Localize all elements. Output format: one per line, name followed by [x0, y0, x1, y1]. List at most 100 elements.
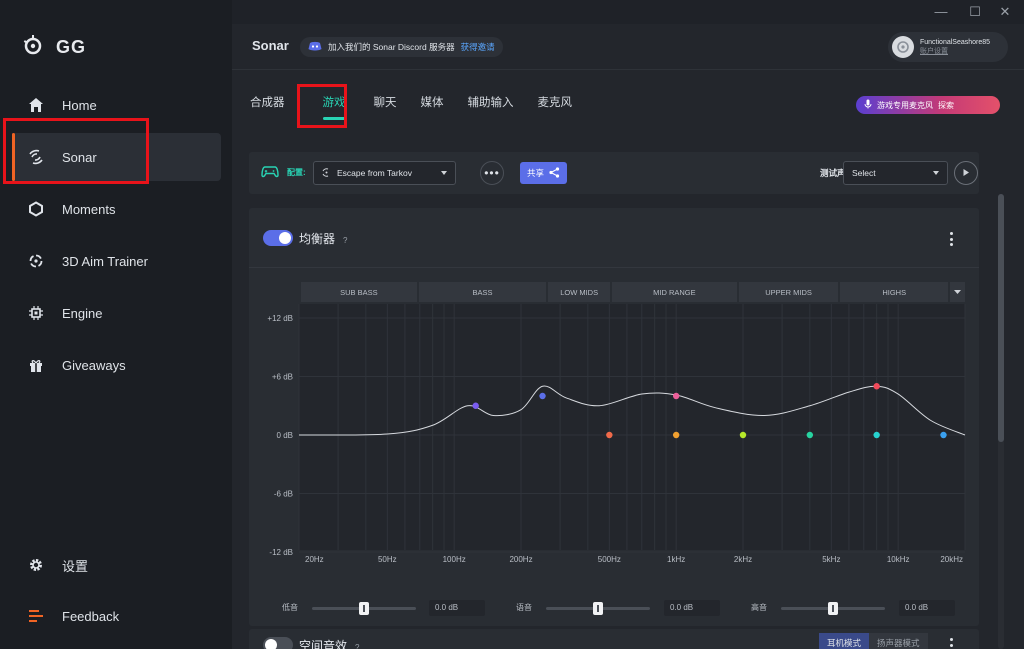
eq-band-point[interactable] — [873, 383, 880, 390]
help-icon[interactable]: ? — [343, 236, 347, 245]
band-expand-button[interactable] — [950, 282, 965, 302]
preset-dropdown[interactable]: Escape from Tarkov — [313, 161, 456, 185]
band-low-mids[interactable]: LOW MIDS — [548, 282, 611, 302]
band-header: SUB BASS BASS LOW MIDS MID RANGE UPPER M… — [301, 282, 965, 302]
highlight-box-game-tab — [297, 84, 347, 128]
hexagon-icon — [26, 199, 46, 219]
sidebar-item-label: Moments — [62, 201, 116, 217]
eq-band-point[interactable] — [539, 392, 546, 400]
bass-value[interactable]: 0.0 dB — [429, 600, 485, 616]
eq-band-point[interactable] — [606, 431, 613, 439]
voice-slider-thumb[interactable] — [593, 602, 603, 615]
x-tick-label: 200Hz — [509, 555, 532, 564]
config-label: 配置: — [287, 168, 306, 177]
x-tick-label: 5kHz — [822, 555, 840, 564]
voice-value[interactable]: 0.0 dB — [664, 600, 720, 616]
eq-band-point[interactable] — [472, 402, 479, 409]
test-sound-dropdown[interactable]: Select — [843, 161, 948, 185]
share-button[interactable]: 共享 — [520, 162, 567, 184]
eq-band-point[interactable] — [940, 431, 947, 439]
more-options-button[interactable]: ••• — [480, 161, 504, 185]
sidebar-item-moments[interactable]: Moments — [12, 185, 221, 233]
chevron-down-icon — [441, 171, 447, 175]
tab-mic[interactable]: 麦克风 — [526, 94, 585, 116]
x-tick-label: 20kHz — [940, 555, 963, 564]
maximize-icon[interactable]: ☐ — [960, 2, 990, 22]
discord-banner[interactable]: 加入我们的 Sonar Discord 服务器 获得邀请 — [300, 37, 503, 57]
bass-slider-label: 低音 — [282, 603, 298, 612]
gamepad-icon — [261, 165, 279, 184]
treble-slider-thumb[interactable] — [828, 602, 838, 615]
mic-icon — [864, 99, 872, 111]
user-name: FunctionalSeashore85 — [920, 39, 991, 46]
tab-aux[interactable]: 辅助输入 — [456, 94, 526, 116]
sidebar-item-label: Feedback — [62, 608, 120, 624]
voice-slider-label: 语音 — [516, 603, 532, 612]
band-highs[interactable]: HIGHS — [840, 282, 949, 302]
mixer-sliders: 低音 0.0 dB 语音 0.0 dB 高音 0.0 dB — [249, 600, 979, 620]
tab-media[interactable]: 媒体 — [409, 94, 456, 116]
equalizer-menu-icon[interactable] — [949, 232, 953, 246]
share-label: 共享 — [526, 168, 544, 178]
y-tick-label: +6 dB — [272, 373, 293, 382]
band-mid-range[interactable]: MID RANGE — [612, 282, 737, 302]
promo-banner[interactable]: 游戏专用麦克风 探索 — [856, 96, 1000, 114]
band-upper-mids[interactable]: UPPER MIDS — [738, 282, 839, 302]
sidebar-item-label: Engine — [62, 305, 103, 321]
treble-value[interactable]: 0.0 dB — [899, 600, 955, 616]
promo-link[interactable]: 探索 — [938, 100, 954, 111]
sidebar-item-giveaways[interactable]: Giveaways — [12, 341, 221, 389]
discord-invite-link[interactable]: 获得邀请 — [461, 41, 495, 53]
user-account[interactable]: FunctionalSeashore85 账户设置 — [888, 32, 1008, 62]
x-tick-label: 20Hz — [305, 555, 324, 564]
sidebar-item-settings[interactable]: 设置 — [12, 541, 221, 589]
speaker-mode-button[interactable]: 扬声器模式 — [869, 633, 928, 649]
bass-slider[interactable] — [312, 602, 416, 615]
x-tick-label: 500Hz — [598, 555, 621, 564]
band-sub-bass[interactable]: SUB BASS — [301, 282, 417, 302]
eq-band-point[interactable] — [739, 431, 747, 439]
bass-slider-thumb[interactable] — [359, 602, 369, 615]
sidebar-item-feedback[interactable]: Feedback — [12, 592, 221, 640]
sidebar-item-label: Giveaways — [62, 357, 126, 373]
sidebar-item-aim-trainer[interactable]: 3D Aim Trainer — [12, 237, 221, 285]
spatial-audio-toggle[interactable] — [263, 637, 293, 649]
gear-icon — [26, 555, 46, 575]
equalizer-toggle[interactable] — [263, 230, 293, 246]
voice-slider[interactable] — [546, 602, 650, 615]
spatial-menu-icon[interactable] — [949, 638, 953, 649]
tab-mixer[interactable]: 合成器 — [250, 94, 297, 116]
eq-band-point[interactable] — [873, 431, 880, 439]
x-tick-label: 1kHz — [667, 555, 685, 564]
treble-slider[interactable] — [781, 602, 885, 615]
treble-slider-label: 高音 — [751, 603, 767, 612]
promo-text: 游戏专用麦克风 — [877, 100, 933, 110]
minimize-icon[interactable]: — — [926, 2, 956, 22]
equalizer-header: 均衡器? — [249, 208, 979, 268]
x-tick-label: 50Hz — [378, 555, 397, 564]
output-mode-toggle: 耳机模式 扬声器模式 — [819, 633, 928, 649]
scrollbar-thumb[interactable] — [998, 194, 1004, 442]
sidebar-item-engine[interactable]: Engine — [12, 289, 221, 337]
tab-chat[interactable]: 聊天 — [362, 94, 409, 116]
eq-band-point[interactable] — [672, 392, 680, 400]
headphone-mode-button[interactable]: 耳机模式 — [819, 633, 870, 649]
spatial-audio-title-text: 空间音效 — [299, 639, 348, 649]
close-icon[interactable]: ✕ — [990, 2, 1020, 22]
sidebar-item-label: Home — [62, 97, 97, 113]
preset-value: Escape from Tarkov — [337, 168, 412, 178]
x-tick-label: 100Hz — [443, 555, 466, 564]
eq-band-point[interactable] — [806, 431, 814, 439]
equalizer-graph[interactable]: +12 dB +6 dB 0 dB -6 dB -12 dB 20Hz 50Hz 100Hz 2… — [249, 304, 979, 590]
main-content: Sonar 加入我们的 Sonar Discord 服务器 获得邀请 Funct… — [232, 24, 1024, 649]
brand-logo[interactable]: GG — [22, 34, 86, 60]
band-bass[interactable]: BASS — [418, 282, 547, 302]
y-tick-label: 0 dB — [277, 431, 293, 440]
eq-band-point[interactable] — [672, 431, 680, 439]
page-header: Sonar 加入我们的 Sonar Discord 服务器 获得邀请 Funct… — [232, 24, 1024, 70]
account-settings-link[interactable]: 账户设置 — [920, 47, 990, 56]
steelseries-logo-icon — [22, 34, 44, 61]
play-button[interactable] — [954, 161, 978, 185]
help-icon[interactable]: ? — [355, 643, 359, 649]
config-bar: 配置: Escape from Tarkov ••• 共享 测试声音 Selec… — [249, 152, 979, 194]
